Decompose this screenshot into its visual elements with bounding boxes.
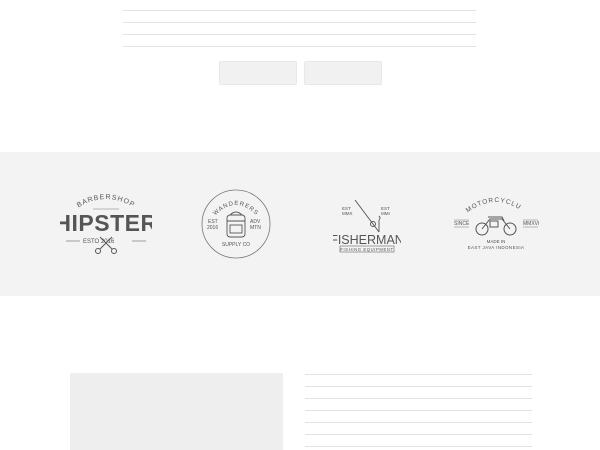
logo-motorcycle-right-tag: MMXVI	[523, 221, 539, 227]
text-line-placeholder	[305, 434, 532, 435]
text-line-placeholder	[305, 410, 532, 411]
logo-motorcycle-left-tag: SINCE	[454, 221, 470, 227]
logo-motorcycle-line1: MADE IN	[487, 239, 506, 244]
logo-wanderers-bottom-text: SUPPLY CO	[222, 242, 250, 248]
motorcycle-icon	[475, 216, 517, 236]
logo-fisherman: EST MMX EST MMI FISHERMAN FISHING EQUIPM…	[333, 152, 401, 296]
text-line-placeholder	[305, 386, 532, 387]
text-line-placeholder	[123, 46, 476, 47]
text-line-placeholder	[123, 34, 476, 35]
secondary-button-placeholder[interactable]	[304, 61, 382, 85]
logo-fisherman-title: FISHERMAN	[333, 233, 401, 247]
logo-hipster-barbershop: BARBERSHOP HIPSTER ESTO 2016	[60, 152, 152, 296]
logo-fisherman-left-bottom: MMX	[342, 211, 353, 216]
logo-motorcycle-line2: EAST JAVA INDONESIA	[468, 245, 525, 250]
text-line-placeholder	[305, 446, 532, 447]
logo-wanderers-left-bottom: 2016	[207, 225, 218, 231]
text-line-placeholder	[305, 422, 532, 423]
logo-motorcycle-top-text: MOTORCYCLUB	[452, 191, 522, 214]
primary-button-placeholder[interactable]	[219, 61, 297, 85]
client-logos-section: BARBERSHOP HIPSTER ESTO 2016 WANDERERS E…	[0, 152, 600, 296]
logo-hipster-title: HIPSTER	[60, 210, 152, 236]
image-placeholder	[70, 373, 283, 450]
text-line-placeholder	[123, 10, 476, 11]
logo-wanderers-right-bottom: MTN	[250, 225, 261, 231]
logo-wanderers-supply: WANDERERS EST 2016 ADV MTN SUPPLY CO	[199, 152, 273, 296]
logo-hipster-est-text: ESTO 2016	[83, 239, 115, 245]
logo-motorcycle-club: MOTORCYCLUB SINCE MMXVI MADE IN EAST JAV…	[452, 152, 540, 296]
logo-hipster-top-text: BARBERSHOP	[76, 194, 136, 209]
text-line-placeholder	[305, 374, 532, 375]
text-line-placeholder	[305, 398, 532, 399]
fishing-rod-icon	[354, 199, 381, 233]
text-line-placeholder	[123, 22, 476, 23]
backpack-icon	[226, 211, 246, 238]
logo-fisherman-right-bottom: MMI	[381, 211, 390, 216]
logo-fisherman-subtitle: FISHING EQUIPMENT	[340, 247, 393, 252]
